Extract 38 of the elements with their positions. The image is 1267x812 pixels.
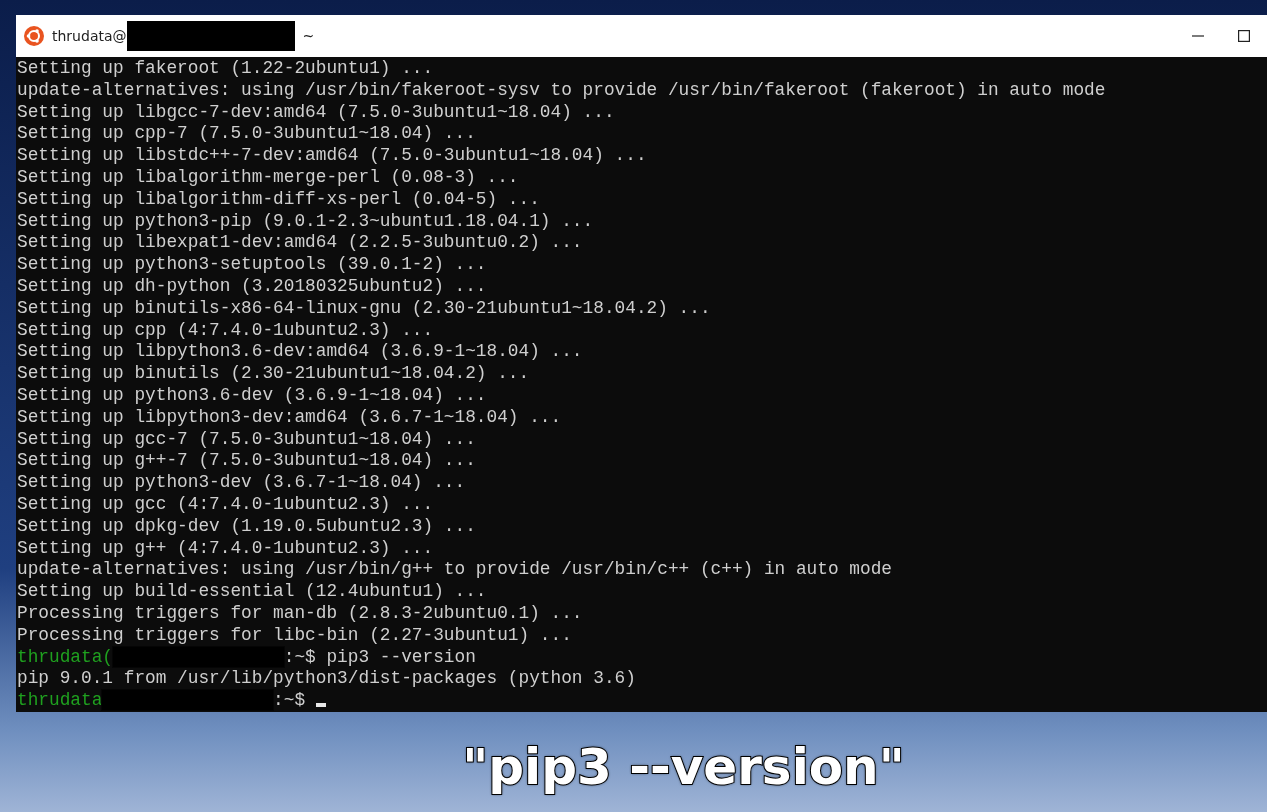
terminal-line: Setting up libexpat1-dev:amd64 (2.2.5-3ubuntu0.2) ...	[17, 232, 584, 255]
terminal-line: Setting up dpkg-dev (1.19.0.5ubuntu2.3) ...	[17, 515, 477, 538]
prompt-symbol: :~$	[283, 646, 316, 667]
terminal-line: Setting up binutils-x86-64-linux-gnu (2.30-21ubuntu1~18.04.2) ...	[17, 297, 712, 320]
video-caption: "pip3 --version"	[462, 737, 905, 798]
terminal-line: pip 9.0.1 from /usr/lib/python3/dist-packages (python 3.6)	[17, 668, 637, 691]
terminal-line: Setting up python3-pip (9.0.1-2.3~ubuntu1.18.04.1) ...	[17, 210, 595, 233]
prompt-user: thrudata	[17, 690, 103, 711]
maximize-icon[interactable]	[1238, 30, 1250, 42]
window-title: thrudata@	[52, 26, 127, 46]
prompt-user: thrudata(	[17, 646, 114, 667]
terminal-line: Setting up libalgorithm-diff-xs-perl (0.04-5) ...	[17, 188, 541, 211]
window-title-path: ~	[302, 26, 315, 46]
terminal-line: Setting up gcc (4:7.4.0-1ubuntu2.3) ...	[17, 493, 435, 516]
terminal-line: Setting up fakeroot (1.22-2ubuntu1) ...	[17, 58, 435, 80]
terminal-line: Setting up cpp-7 (7.5.0-3ubuntu1~18.04) ...	[17, 123, 477, 146]
ubuntu-logo-icon	[24, 26, 44, 46]
command-text: pip3 --version	[326, 646, 476, 667]
terminal-line: Setting up g++ (4:7.4.0-1ubuntu2.3) ...	[17, 537, 435, 560]
terminal-line: Setting up python3.6-dev (3.6.9-1~18.04) ...	[17, 384, 488, 407]
terminal-line: Setting up build-essential (12.4ubuntu1) ...	[17, 581, 488, 603]
terminal-line: Setting up python3-dev (3.6.7-1~18.04) ...	[17, 472, 467, 494]
terminal-line: update-alternatives: using /usr/bin/g++ to provide /usr/bin/c++ (c++) in auto mode	[17, 559, 893, 582]
terminal-line: Setting up libpython3.6-dev:amd64 (3.6.9-1~18.04) ...	[17, 341, 584, 364]
terminal-line: Setting up gcc-7 (7.5.0-3ubuntu1~18.04) ...	[17, 428, 477, 451]
terminal-line: Setting up dh-python (3.20180325ubuntu2) ...	[17, 275, 488, 298]
terminal-line: Setting up libstdc++-7-dev:amd64 (7.5.0-3ubuntu1~18.04) ...	[17, 145, 648, 167]
terminal-line: Setting up libgcc-7-dev:amd64 (7.5.0-3ubuntu1~18.04) ...	[17, 101, 616, 124]
terminal-line: Setting up cpp (4:7.4.0-1ubuntu2.3) ...	[17, 319, 435, 342]
terminal-line: Processing triggers for libc-bin (2.27-3ubuntu1) ...	[17, 624, 573, 647]
terminal-line: update-alternatives: using /usr/bin/fakeroot-sysv to provide /usr/bin/fakeroot (fakeroot) in auto mode	[17, 79, 1107, 102]
terminal-line: Setting up binutils (2.30-21ubuntu1~18.04.2) ...	[17, 363, 531, 385]
terminal-line: Setting up libpython3-dev:amd64 (3.6.7-1~18.04) ...	[17, 406, 563, 429]
terminal-line: Setting up libalgorithm-merge-perl (0.08-3) ...	[17, 167, 520, 189]
terminal-line: Setting up python3-setuptools (39.0.1-2) ...	[17, 254, 488, 276]
prompt-symbol: :~$	[273, 690, 306, 711]
terminal-line: Setting up g++-7 (7.5.0-3ubuntu1~18.04) ...	[17, 450, 477, 473]
terminal-line: Processing triggers for man-db (2.8.3-2ubuntu0.1) ...	[17, 602, 584, 625]
